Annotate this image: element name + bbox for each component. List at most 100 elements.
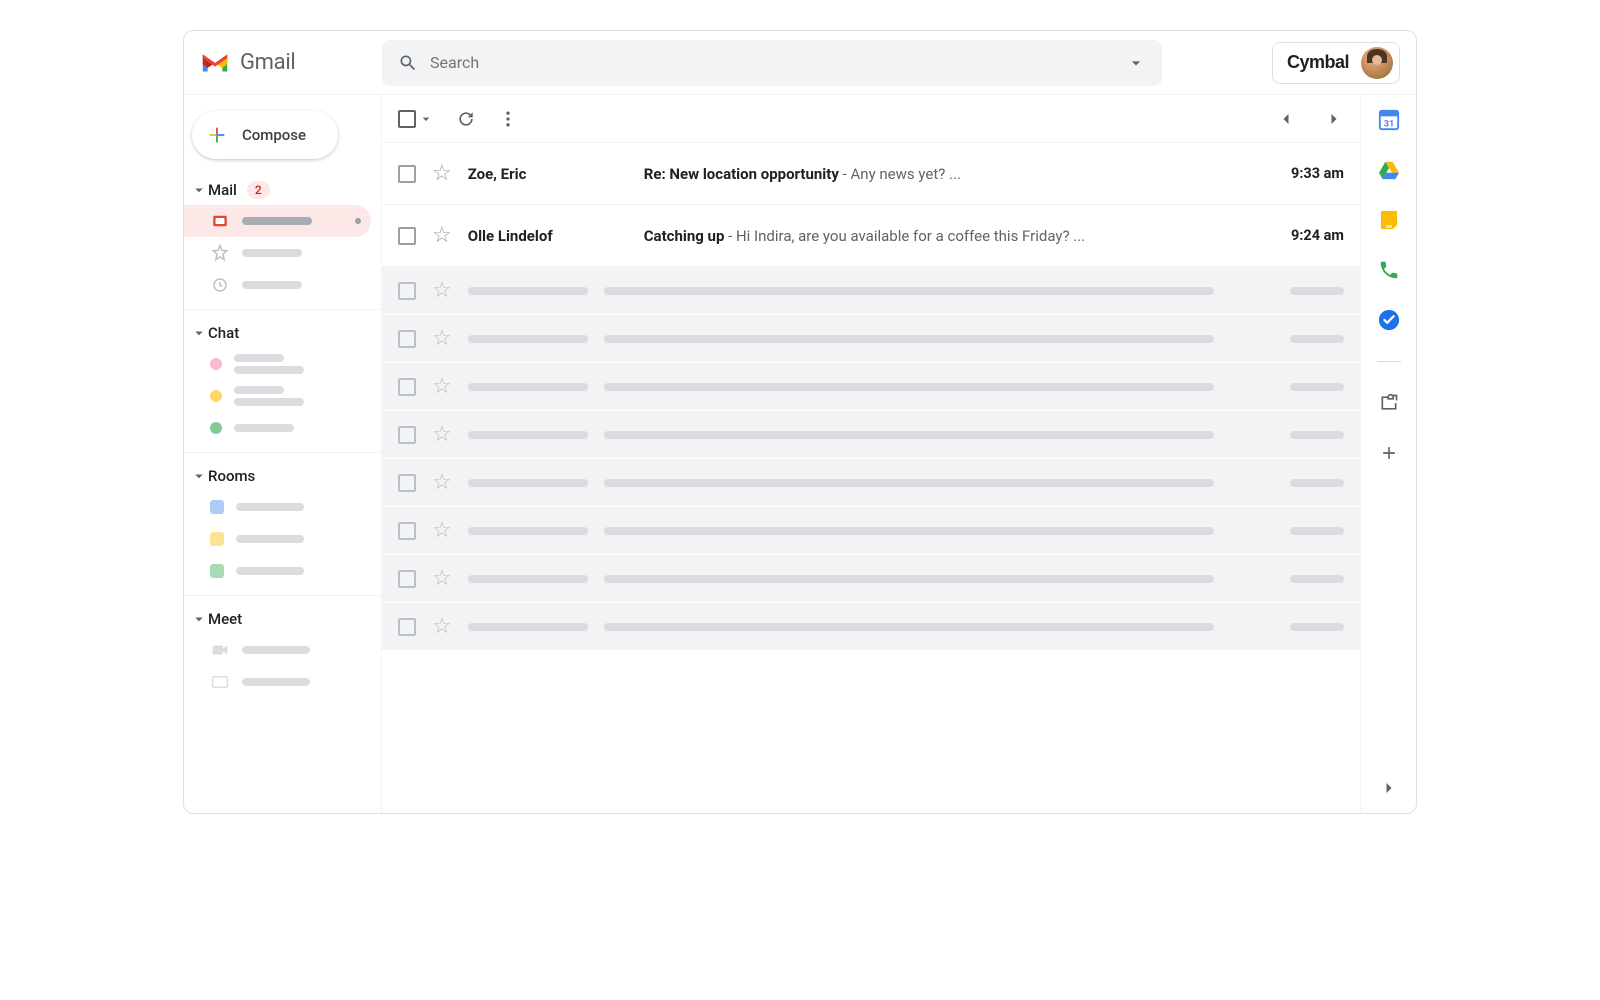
- time: 9:24 am: [1291, 227, 1344, 244]
- ghost-row: ☆: [382, 267, 1360, 315]
- collapse-rail-icon[interactable]: [1378, 777, 1400, 799]
- sidebar-room[interactable]: [184, 491, 371, 523]
- prev-page-button[interactable]: [1276, 109, 1296, 129]
- chat-section-title: Chat: [208, 324, 239, 342]
- compose-button[interactable]: Compose: [192, 111, 338, 159]
- star-toggle[interactable]: ☆: [432, 161, 452, 186]
- mail-section-title: Mail: [208, 181, 237, 199]
- main: ☆ Zoe, Eric Re: New location opportunity…: [382, 95, 1360, 813]
- room-icon: [210, 500, 224, 514]
- caret-down-icon: [190, 181, 208, 199]
- rooms-section-head[interactable]: Rooms: [184, 461, 381, 491]
- ghost-row: ☆: [382, 459, 1360, 507]
- mail-row[interactable]: ☆ Olle Lindelof Catching up - Hi Indira,…: [382, 205, 1360, 267]
- compose-label: Compose: [242, 126, 306, 144]
- caret-down-icon: [190, 324, 208, 342]
- sidebar-chat-contact[interactable]: [184, 348, 371, 380]
- search-input[interactable]: [430, 53, 1126, 72]
- chat-section-head[interactable]: Chat: [184, 318, 381, 348]
- subject-cell: Re: New location opportunity - Any news …: [644, 165, 1275, 183]
- app-window: Gmail Cymbal Compose: [183, 30, 1417, 814]
- sidebar: Compose Mail 2: [184, 95, 382, 813]
- plus-icon: [206, 124, 228, 146]
- next-page-button[interactable]: [1324, 109, 1344, 129]
- toolbar: [382, 95, 1360, 143]
- star-toggle[interactable]: ☆: [432, 223, 452, 248]
- header: Gmail Cymbal: [184, 31, 1416, 95]
- meet-section-head[interactable]: Meet: [184, 604, 381, 634]
- row-checkbox[interactable]: [398, 165, 416, 183]
- subject: Re: New location opportunity: [644, 165, 839, 183]
- meet-section-title: Meet: [208, 610, 242, 628]
- get-addons-icon[interactable]: [1378, 442, 1400, 464]
- avatar[interactable]: [1361, 47, 1393, 79]
- svg-text:31: 31: [1383, 119, 1394, 129]
- contact-dot: [210, 390, 222, 402]
- contact-dot: [210, 422, 222, 434]
- mail-section-head[interactable]: Mail 2: [184, 175, 381, 205]
- subject: Catching up: [644, 227, 725, 245]
- search-bar[interactable]: [382, 40, 1162, 86]
- sidebar-item-starred[interactable]: [184, 237, 371, 269]
- refresh-icon: [456, 109, 476, 129]
- body: Compose Mail 2: [184, 95, 1416, 813]
- mail-row[interactable]: ☆ Zoe, Eric Re: New location opportunity…: [382, 143, 1360, 205]
- sidebar-room[interactable]: [184, 555, 371, 587]
- caret-down-icon: [418, 111, 434, 127]
- side-rail: 31: [1360, 95, 1416, 813]
- chevron-right-icon: [1324, 109, 1344, 129]
- keep-app-icon[interactable]: [1378, 209, 1400, 231]
- addons-icon[interactable]: [1378, 392, 1400, 414]
- logo-block[interactable]: Gmail: [200, 50, 382, 75]
- time: 9:33 am: [1291, 165, 1344, 182]
- account-switcher[interactable]: Cymbal: [1272, 42, 1400, 84]
- sidebar-meet-newmeeting[interactable]: [184, 634, 371, 666]
- ghost-row: ☆: [382, 315, 1360, 363]
- calendar-app-icon[interactable]: 31: [1378, 109, 1400, 131]
- star-icon: [210, 244, 230, 262]
- gmail-logo-icon: [200, 52, 230, 74]
- sidebar-item-snoozed[interactable]: [184, 269, 371, 301]
- preview: Hi Indira, are you available for a coffe…: [736, 227, 1085, 245]
- more-vert-icon: [498, 109, 518, 129]
- contact-dot: [210, 358, 222, 370]
- ghost-row: ☆: [382, 507, 1360, 555]
- mail-list: ☆ Zoe, Eric Re: New location opportunity…: [382, 143, 1360, 813]
- keyboard-icon: [210, 675, 230, 689]
- clock-icon: [210, 276, 230, 294]
- search-options-icon[interactable]: [1126, 53, 1146, 73]
- sender: Zoe, Eric: [468, 165, 628, 183]
- video-icon: [210, 643, 230, 657]
- refresh-button[interactable]: [456, 109, 476, 129]
- sender: Olle Lindelof: [468, 227, 628, 245]
- inbox-icon: [210, 212, 230, 230]
- caret-down-icon: [190, 610, 208, 628]
- rooms-section-title: Rooms: [208, 467, 255, 485]
- sidebar-item-inbox[interactable]: [184, 205, 371, 237]
- sidebar-chat-contact[interactable]: [184, 412, 371, 444]
- placeholder: [242, 249, 302, 257]
- sidebar-room[interactable]: [184, 523, 371, 555]
- mail-badge: 2: [247, 181, 270, 199]
- ghost-row: ☆: [382, 603, 1360, 651]
- ghost-row: ☆: [382, 555, 1360, 603]
- drive-app-icon[interactable]: [1378, 159, 1400, 181]
- contacts-app-icon[interactable]: [1378, 259, 1400, 281]
- placeholder: [242, 217, 312, 225]
- select-all[interactable]: [398, 110, 434, 128]
- placeholder: [242, 281, 302, 289]
- checkbox-icon: [398, 110, 416, 128]
- ghost-row: ☆: [382, 411, 1360, 459]
- tasks-app-icon[interactable]: [1378, 309, 1400, 331]
- more-button[interactable]: [498, 109, 518, 129]
- unread-dot: [355, 218, 361, 224]
- row-checkbox[interactable]: [398, 227, 416, 245]
- sidebar-meet-join[interactable]: [184, 666, 371, 698]
- sidebar-chat-contact[interactable]: [184, 380, 371, 412]
- preview: Any news yet? ...: [851, 165, 961, 183]
- room-icon: [210, 564, 224, 578]
- ghost-row: ☆: [382, 363, 1360, 411]
- caret-down-icon: [190, 467, 208, 485]
- brand-name: Cymbal: [1287, 52, 1349, 73]
- search-icon: [398, 53, 418, 73]
